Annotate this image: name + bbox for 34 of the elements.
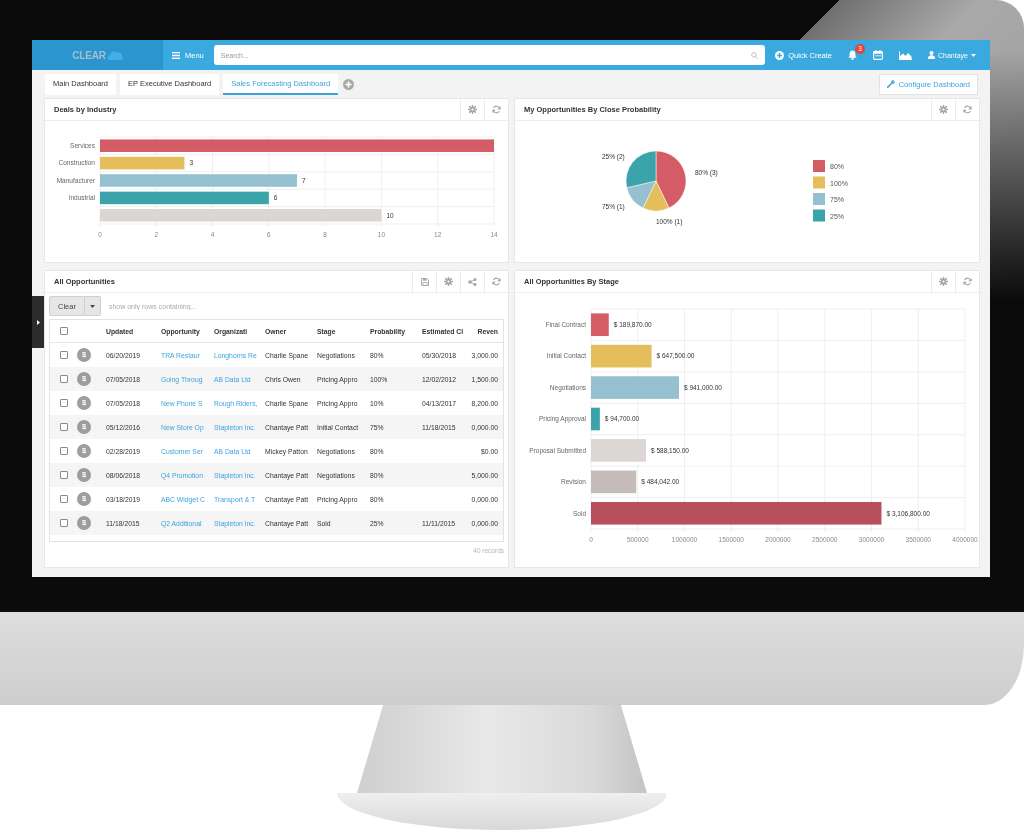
settings-icon	[444, 277, 453, 286]
row-checkbox[interactable]	[59, 447, 68, 456]
row-checkbox[interactable]	[59, 351, 68, 360]
refresh-icon	[492, 105, 501, 114]
caret-icon	[971, 53, 976, 57]
wrench-icon	[886, 80, 895, 88]
logo-text: CLEAR	[72, 49, 106, 61]
row-checkbox[interactable]	[59, 495, 68, 504]
menu-icon	[172, 51, 180, 59]
caret-icon	[89, 304, 95, 308]
row-checkbox[interactable]	[59, 519, 68, 528]
calendar-icon[interactable]	[873, 50, 884, 60]
select-all-checkbox[interactable]	[59, 327, 68, 336]
settings-icon	[939, 277, 948, 286]
add-tab-icon[interactable]	[343, 78, 355, 90]
row-checkbox[interactable]	[59, 423, 68, 432]
refresh-icon	[492, 277, 501, 286]
row-checkbox[interactable]	[59, 399, 68, 408]
refresh-icon	[963, 277, 972, 286]
cloud-icon	[106, 50, 123, 60]
settings-icon	[468, 105, 477, 114]
area-chart-icon[interactable]	[899, 50, 913, 60]
sidebar-toggle[interactable]	[32, 296, 44, 348]
user-icon	[928, 51, 936, 59]
bell-icon[interactable]	[848, 50, 858, 60]
expand-arrow-icon	[36, 319, 40, 325]
row-checkbox[interactable]	[59, 375, 68, 384]
plus-circle-icon	[775, 50, 785, 60]
row-checkbox[interactable]	[59, 471, 68, 480]
share-icon	[468, 277, 477, 286]
settings-icon	[939, 105, 948, 114]
search-icon	[751, 51, 759, 59]
save-icon	[420, 277, 429, 286]
refresh-icon	[963, 105, 972, 114]
